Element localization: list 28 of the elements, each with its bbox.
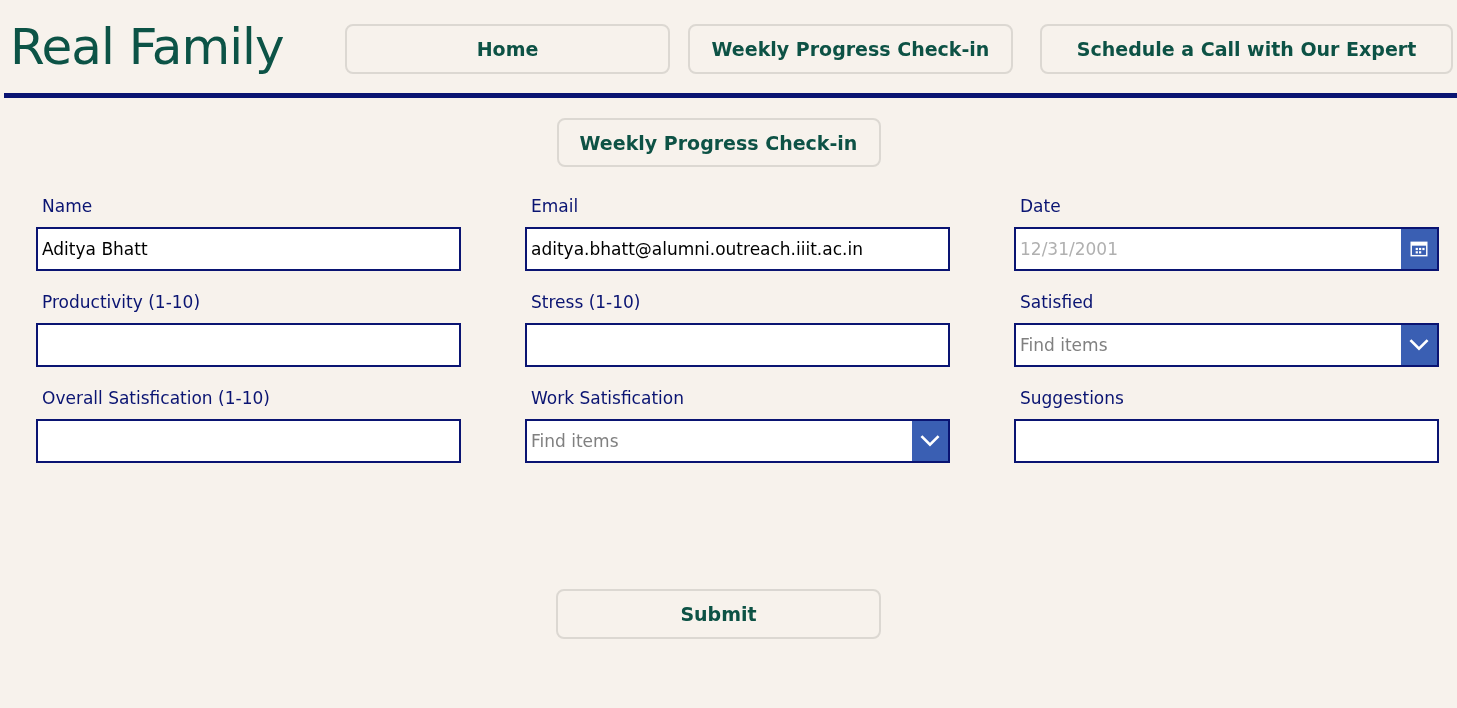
field-label: Name [41, 195, 94, 217]
field-label: Date [1019, 195, 1062, 217]
field-label: Satisfied [1019, 291, 1095, 313]
form-title: Weekly Progress Check-in [556, 118, 881, 167]
calendar-icon [1409, 239, 1429, 259]
combo-box[interactable]: Find items [525, 419, 950, 463]
field-label: Overall Satisfication (1-10) [41, 387, 271, 409]
input-field[interactable] [1014, 419, 1439, 463]
field-label: Work Satisfication [530, 387, 685, 409]
field-label: Productivity (1-10) [41, 291, 202, 313]
combo-box[interactable]: Find items [1014, 323, 1439, 367]
calendar-button[interactable] [1401, 229, 1437, 269]
input-field[interactable] [36, 323, 461, 367]
nav-button[interactable]: Schedule a Call with Our Expert [1040, 24, 1453, 74]
input-field[interactable] [525, 323, 950, 367]
dropdown-button[interactable] [1401, 325, 1437, 365]
field-label: Email [530, 195, 580, 217]
date-field[interactable]: 12/31/2001 [1014, 227, 1439, 271]
input-field[interactable]: aditya.bhatt@alumni.outreach.iiit.ac.in [525, 227, 950, 271]
submit-button[interactable]: Submit [556, 589, 881, 639]
logo: Real Family [10, 17, 285, 78]
dropdown-button[interactable] [912, 421, 948, 461]
input-field[interactable]: Aditya Bhatt [36, 227, 461, 271]
nav-button[interactable]: Home [345, 24, 670, 74]
nav-button[interactable]: Weekly Progress Check-in [688, 24, 1013, 74]
input-field[interactable] [36, 419, 461, 463]
field-label: Suggestions [1019, 387, 1125, 409]
field-label: Stress (1-10) [530, 291, 642, 313]
